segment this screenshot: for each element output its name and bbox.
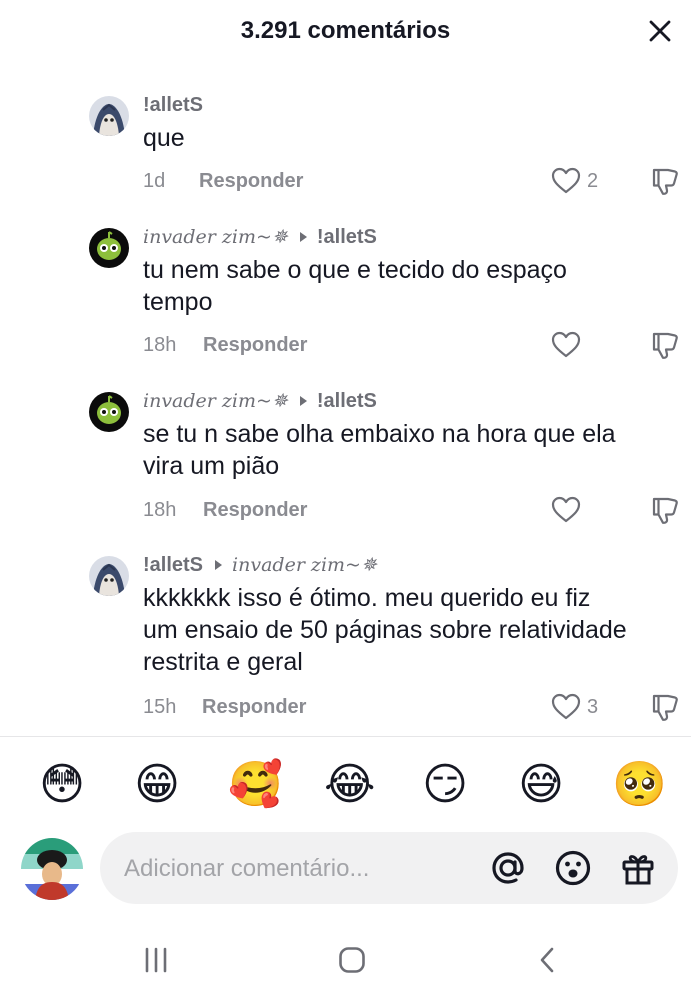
- emoji-quick-bar: 😳 😁 🥰 😂 😏 😅 🥺: [0, 750, 691, 820]
- comment-actions: 1d Responder 2: [143, 166, 691, 196]
- comment-text: tu nem sabe o que e tecido do espaço tem…: [143, 256, 567, 316]
- like-button[interactable]: [551, 495, 587, 525]
- comments-count-title: 3.291 comentários: [240, 17, 451, 44]
- like-button[interactable]: 2: [551, 166, 598, 196]
- reply-button[interactable]: Responder: [202, 696, 306, 719]
- recent-apps-button[interactable]: [134, 940, 178, 980]
- at-icon: [492, 852, 524, 884]
- comment-meta: invader zim~✵ !alletS: [143, 388, 631, 414]
- comment-actions: 15h Responder 3: [143, 692, 691, 722]
- comment-time: 1d: [143, 169, 166, 192]
- thumbs-down-icon: [652, 497, 678, 524]
- comment-author[interactable]: !alletS: [143, 94, 203, 117]
- thumbs-down-icon: [652, 168, 678, 195]
- dislike-button[interactable]: [649, 692, 679, 722]
- reply-arrow-icon: [215, 560, 223, 570]
- thumbs-down-icon: [652, 332, 678, 359]
- comment-author[interactable]: !alletS: [143, 554, 203, 577]
- comment-time: 18h: [143, 498, 177, 521]
- emoji-icon: [555, 850, 591, 886]
- emoji-tears-of-joy-button[interactable]: 😂: [324, 760, 375, 810]
- comment-actions: 18h Responder: [143, 495, 691, 525]
- mention-button[interactable]: [488, 848, 528, 888]
- recent-apps-icon: [145, 947, 167, 973]
- comment-composer: [0, 832, 691, 906]
- like-button[interactable]: [551, 330, 587, 360]
- heart-icon: [551, 693, 581, 720]
- comments-header: 3.291 comentários: [0, 0, 691, 64]
- emoji-grin-button[interactable]: 😁: [132, 760, 182, 810]
- emoji-pleading-button[interactable]: 🥺: [612, 760, 667, 810]
- reply-to-author[interactable]: !alletS: [317, 226, 377, 249]
- divider: [0, 736, 691, 737]
- home-icon: [339, 947, 365, 973]
- gift-icon: [622, 855, 654, 885]
- like-count: 2: [587, 169, 599, 192]
- home-button[interactable]: [330, 940, 374, 980]
- comment-meta: !alletS: [143, 92, 631, 118]
- heart-icon: [551, 496, 581, 523]
- close-button[interactable]: [643, 14, 677, 48]
- comment-actions: 18h Responder: [143, 330, 691, 360]
- user-avatar[interactable]: [21, 838, 83, 900]
- system-nav-bar: [0, 920, 691, 1000]
- reply-arrow-icon: [299, 232, 307, 242]
- comment-text: que: [143, 124, 185, 152]
- emoji-smiling-hearts-button[interactable]: 🥰: [228, 760, 283, 810]
- dislike-button[interactable]: [649, 495, 679, 525]
- comment-input[interactable]: [122, 832, 466, 906]
- close-icon: [649, 20, 671, 42]
- comment-author[interactable]: invader zim~✵: [143, 390, 288, 412]
- dislike-button[interactable]: [649, 330, 679, 360]
- comment-text: kkkkkkk isso é ótimo. meu querido eu fiz…: [143, 584, 627, 676]
- avatar[interactable]: [89, 228, 129, 268]
- reply-button[interactable]: Responder: [203, 499, 307, 522]
- emoji-picker-button[interactable]: [553, 848, 593, 888]
- reply-arrow-icon: [299, 396, 307, 406]
- heart-icon: [551, 331, 581, 358]
- back-icon: [540, 947, 554, 973]
- comment-meta: !alletS invader zim~✵: [143, 552, 631, 578]
- dislike-button[interactable]: [649, 166, 679, 196]
- comment-text: se tu n sabe olha embaixo na hora que el…: [143, 420, 616, 480]
- reply-to-author[interactable]: invader zim~✵: [232, 554, 377, 576]
- heart-icon: [551, 167, 581, 194]
- back-button[interactable]: [526, 940, 570, 980]
- avatar[interactable]: [89, 96, 129, 136]
- gift-button[interactable]: [618, 848, 658, 888]
- emoji-smirk-button[interactable]: 😏: [420, 760, 470, 810]
- comment-meta: invader zim~✵ !alletS: [143, 224, 631, 250]
- emoji-flushed-button[interactable]: 😳: [37, 760, 87, 810]
- avatar[interactable]: [89, 556, 129, 596]
- avatar[interactable]: [89, 392, 129, 432]
- like-count: 3: [587, 695, 599, 718]
- reply-to-author[interactable]: !alletS: [317, 390, 377, 413]
- reply-button[interactable]: Responder: [203, 334, 307, 357]
- reply-button[interactable]: Responder: [199, 170, 303, 193]
- comment-author[interactable]: invader zim~✵: [143, 226, 288, 248]
- comment-time: 18h: [143, 333, 177, 356]
- comment-input-container[interactable]: [100, 832, 678, 906]
- thumbs-down-icon: [652, 694, 678, 721]
- comment-time: 15h: [143, 695, 177, 718]
- emoji-sweat-smile-button[interactable]: 😅: [516, 760, 566, 810]
- like-button[interactable]: 3: [551, 692, 598, 722]
